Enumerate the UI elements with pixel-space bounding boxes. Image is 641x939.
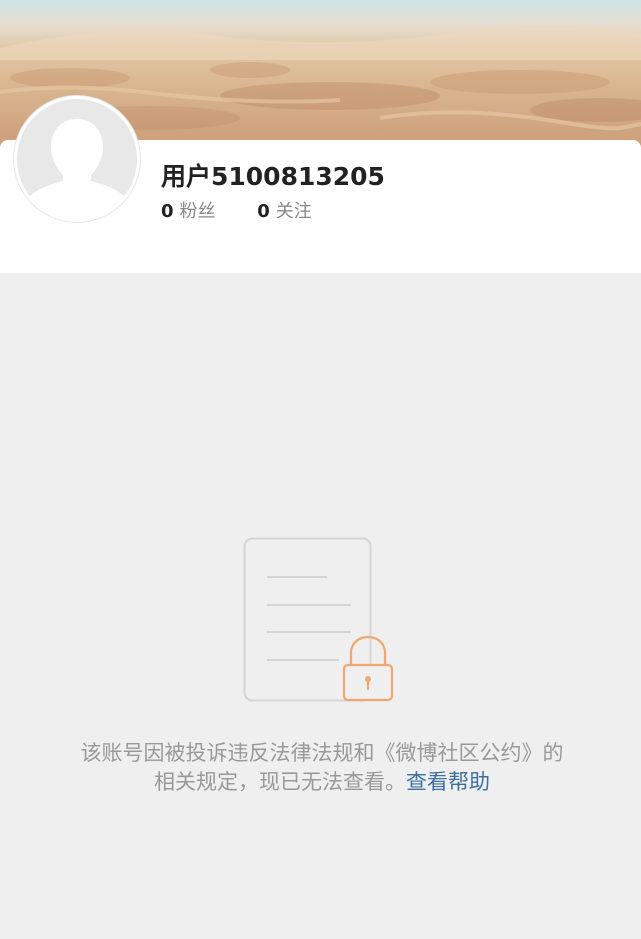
username: 用户5100813205 <box>161 162 385 191</box>
following-stat[interactable]: 0 关注 <box>257 197 312 223</box>
locked-document-illustration <box>243 537 395 703</box>
account-suspended-notice: 该账号因被投诉违反法律法规和《微博社区公约》的相关规定，现已无法查看。查看帮助 <box>72 739 572 797</box>
user-avatar[interactable] <box>14 96 140 222</box>
followers-label: 粉丝 <box>179 201 216 222</box>
followers-stat[interactable]: 0 粉丝 <box>161 197 216 223</box>
help-link[interactable]: 查看帮助 <box>406 770 490 794</box>
default-avatar-icon <box>25 119 129 219</box>
following-label: 关注 <box>275 201 312 222</box>
following-count: 0 <box>257 201 270 222</box>
followers-count: 0 <box>161 201 174 222</box>
notice-message: 该账号因被投诉违反法律法规和《微博社区公约》的相关规定，现已无法查看。 <box>80 741 564 794</box>
profile-stats: 0 粉丝 0 关注 <box>161 197 312 223</box>
locked-document-icon <box>243 537 394 702</box>
